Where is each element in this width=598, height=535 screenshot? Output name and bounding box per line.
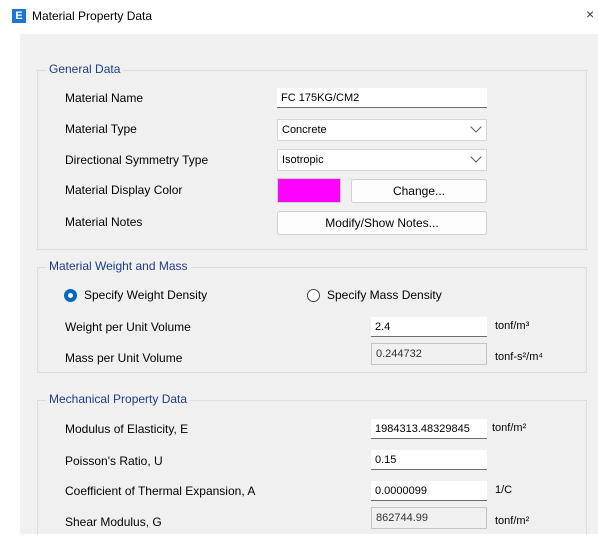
material-type-select[interactable]: Concrete [277,119,487,141]
thermal-expansion-label: Coefficient of Thermal Expansion, A [65,484,256,498]
specify-weight-density-label: Specify Weight Density [84,288,208,302]
symmetry-type-value: Isotropic [282,154,324,166]
etabs-app-icon: E [12,9,26,23]
display-color-swatch[interactable] [277,178,341,203]
change-color-button[interactable]: Change... [351,179,487,203]
material-name-label: Material Name [65,91,144,105]
symmetry-type-label: Directional Symmetry Type [65,153,209,167]
shear-modulus-field: 862744.99 [371,507,487,529]
close-icon[interactable]: × [586,6,598,24]
material-notes-label: Material Notes [65,215,143,229]
shear-unit: tonf/m² [495,515,530,527]
material-type-value: Concrete [282,124,327,136]
general-data-legend: General Data [46,62,124,76]
title-bar: E Material Property Data × [0,0,598,34]
specify-mass-density-label: Specify Mass Density [327,288,442,302]
chevron-down-icon [470,151,482,163]
modulus-elasticity-input[interactable]: 1984313.48329845 [371,419,487,439]
weight-per-volume-input[interactable]: 2.4 [371,317,487,337]
mass-per-volume-label: Mass per Unit Volume [65,351,183,365]
window-title: Material Property Data [32,9,153,23]
mass-per-volume-field: 0.244732 [371,343,487,365]
weight-unit: tonf/m³ [495,320,530,332]
symmetry-type-select[interactable]: Isotropic [277,149,487,171]
modify-notes-button[interactable]: Modify/Show Notes... [277,211,487,235]
poisson-ratio-input[interactable]: 0.15 [371,450,487,470]
modulus-unit: tonf/m² [492,422,527,434]
thermal-expansion-input[interactable]: 0.0000099 [371,481,487,501]
mechanical-property-legend: Mechanical Property Data [46,392,191,406]
specify-weight-density-radio[interactable]: Specify Weight Density [64,288,207,302]
shear-modulus-label: Shear Modulus, G [65,515,162,529]
radio-unselected-icon [307,288,320,302]
chevron-down-icon [470,121,482,133]
display-color-label: Material Display Color [65,183,183,197]
material-type-label: Material Type [65,122,137,136]
radio-selected-icon [64,288,77,302]
specify-mass-density-radio[interactable]: Specify Mass Density [307,288,442,302]
weight-per-volume-label: Weight per Unit Volume [65,320,191,334]
poisson-ratio-label: Poisson's Ratio, U [65,454,163,468]
mass-unit: tonf-s²/m⁴ [495,351,544,363]
material-name-input[interactable]: FC 175KG/CM2 [277,88,487,108]
weight-mass-legend: Material Weight and Mass [46,259,191,273]
thermal-unit: 1/C [495,484,513,496]
modulus-elasticity-label: Modulus of Elasticity, E [65,422,189,436]
